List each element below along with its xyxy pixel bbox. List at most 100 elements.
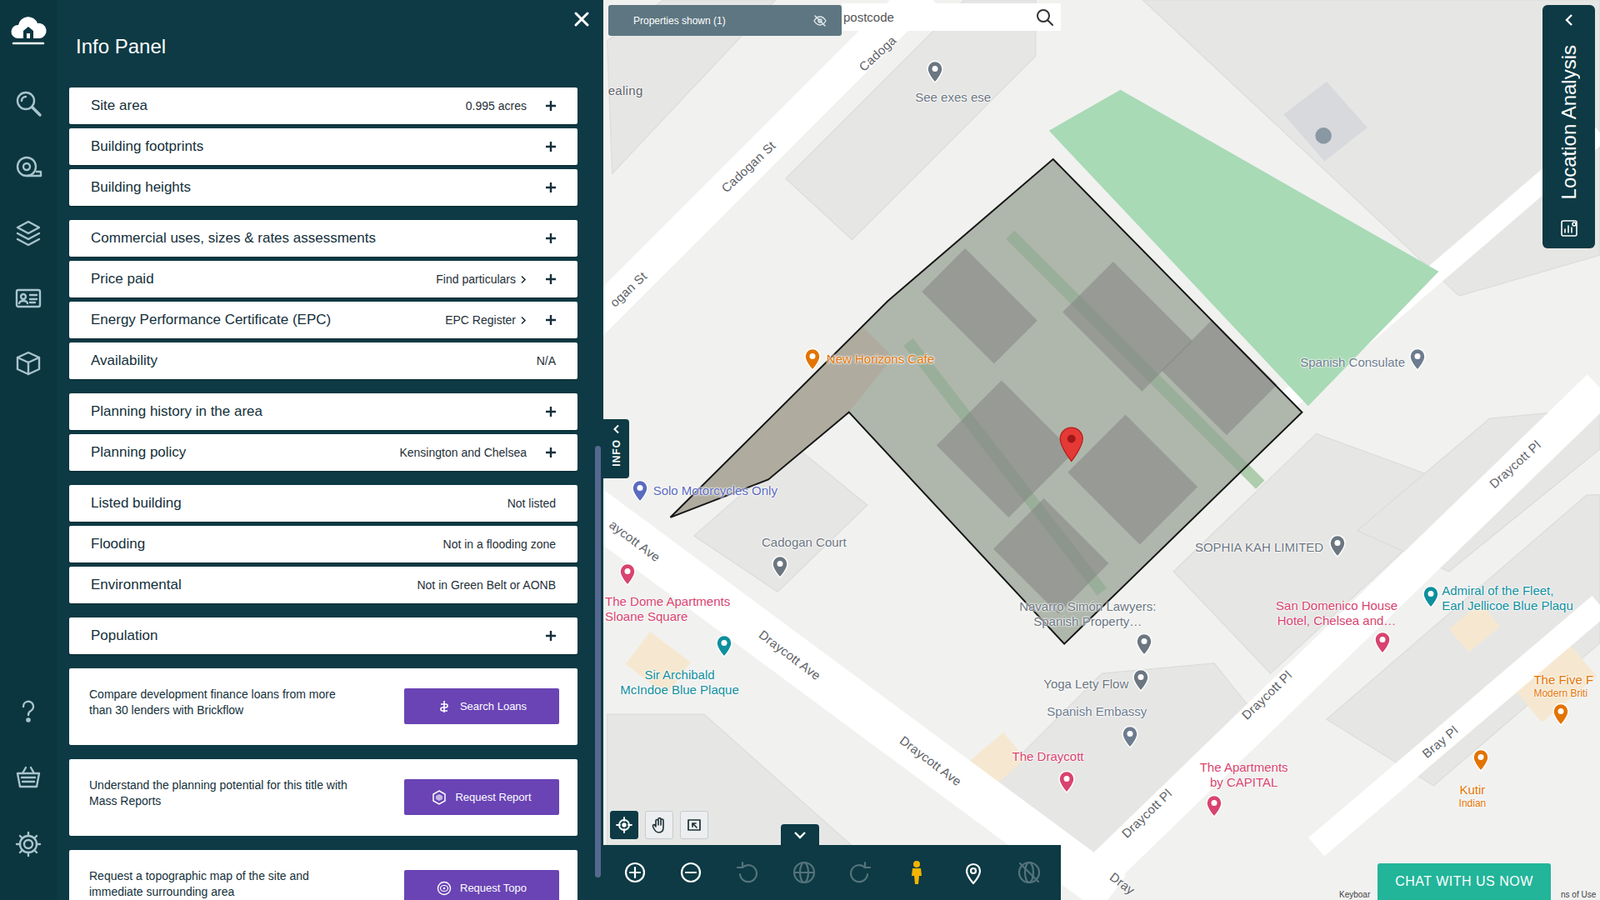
plus-icon[interactable] xyxy=(545,140,557,153)
map-pin-icon[interactable] xyxy=(770,555,790,579)
map-pin-icon[interactable] xyxy=(925,60,945,84)
map-pin-icon[interactable] xyxy=(1471,748,1490,772)
place-label[interactable]: Admiral of the Fleet,Earl Jellicoe Blue … xyxy=(1441,583,1574,614)
info-row[interactable]: Commercial uses, sizes & rates assessmen… xyxy=(69,220,578,257)
map-pin-icon[interactable] xyxy=(1135,632,1154,656)
rail-item[interactable] xyxy=(0,265,57,331)
toolbar-button[interactable] xyxy=(893,851,940,894)
plus-icon[interactable] xyxy=(545,630,557,642)
info-row[interactable]: FloodingNot in a flooding zone xyxy=(69,525,578,563)
map-tool-button[interactable] xyxy=(610,810,639,840)
row-link[interactable]: EPC Register xyxy=(445,313,527,327)
promo-button[interactable]: Search Loans xyxy=(404,688,560,725)
info-row[interactable]: Site area0.995 acres xyxy=(69,87,578,125)
properties-badge[interactable]: Properties shown (1) xyxy=(608,5,842,36)
plus-icon[interactable] xyxy=(545,405,557,418)
close-icon[interactable] xyxy=(572,10,591,29)
toolbar-button[interactable] xyxy=(667,851,715,894)
info-row[interactable]: Energy Performance Certificate (EPC)EPC … xyxy=(69,301,578,339)
search-input[interactable] xyxy=(843,10,1036,25)
toolbar-button[interactable] xyxy=(950,851,997,894)
plus-icon[interactable] xyxy=(545,232,557,245)
magnifier-icon[interactable] xyxy=(1035,8,1055,27)
plus-icon[interactable] xyxy=(545,100,557,112)
eye-slash-icon[interactable] xyxy=(813,15,827,27)
toolbar-button[interactable] xyxy=(611,851,659,894)
logo[interactable] xyxy=(9,10,48,52)
promo-button[interactable]: Request Report xyxy=(404,779,560,815)
map-pin-icon[interactable] xyxy=(630,479,650,503)
map-pin-icon[interactable] xyxy=(1421,585,1440,609)
rail-item[interactable] xyxy=(0,330,57,396)
map-footer-link[interactable]: ns of Use xyxy=(1560,890,1596,900)
map-pin-icon[interactable] xyxy=(715,634,734,658)
map-pin-icon[interactable] xyxy=(1328,534,1347,558)
map-pin-icon[interactable] xyxy=(1057,770,1076,794)
place-label[interactable]: Cadogan Court xyxy=(761,535,847,550)
place-label[interactable]: See exes ese xyxy=(915,90,991,105)
scrollbar-thumb[interactable] xyxy=(595,445,601,878)
place-label[interactable]: Sir ArchibaldMcIndoe Blue Plaque xyxy=(620,667,740,698)
info-row[interactable]: Building heights xyxy=(69,169,578,206)
place-name-line: by CAPITAL xyxy=(1200,775,1289,790)
rail-item[interactable] xyxy=(0,744,57,811)
place-name-line: Earl Jellicoe Blue Plaqu xyxy=(1441,598,1574,614)
info-row[interactable]: AvailabilityN/A xyxy=(69,342,578,380)
info-row[interactable]: Price paidFind particulars xyxy=(69,260,578,298)
chat-button[interactable]: CHAT WITH US NOW xyxy=(1377,863,1551,900)
rail-item[interactable] xyxy=(0,135,57,201)
location-analysis-tab[interactable]: Location Analysis xyxy=(1542,5,1595,249)
plus-icon[interactable] xyxy=(545,273,557,285)
rail-item[interactable] xyxy=(0,810,57,878)
row-label: Population xyxy=(90,627,527,645)
place-label[interactable]: New Horizons Cafe xyxy=(826,351,935,367)
place-label[interactable]: The Five FModern Briti xyxy=(1533,672,1594,700)
rail-item[interactable] xyxy=(0,200,57,266)
info-row[interactable]: Listed buildingNot listed xyxy=(69,485,578,522)
plus-icon[interactable] xyxy=(545,181,557,194)
map-pin-icon[interactable] xyxy=(1551,702,1570,726)
info-row[interactable]: Planning history in the area xyxy=(69,393,578,430)
rail-item[interactable] xyxy=(0,677,57,745)
row-value: Not in Green Belt or AONB xyxy=(416,578,556,592)
place-label[interactable]: Yoga Lety Flow xyxy=(1043,676,1129,692)
map-pin-icon[interactable] xyxy=(618,562,637,586)
map-pin-icon[interactable] xyxy=(1373,630,1392,655)
map-pin-icon[interactable] xyxy=(1205,794,1224,818)
place-label[interactable]: Navarro Simón Lawyers:Spanish Property… xyxy=(1019,599,1156,630)
plus-icon[interactable] xyxy=(545,314,557,326)
place-label[interactable]: The Dome ApartmentsSloane Square xyxy=(605,594,730,625)
place-label[interactable]: SOPHIA KAH LIMITED xyxy=(1195,540,1324,555)
place-label[interactable]: The Apartmentsby CAPITAL xyxy=(1200,760,1289,790)
place-label[interactable]: Solo Motorcycles Only xyxy=(653,483,778,499)
panel-header: Info Panel xyxy=(56,0,604,88)
map-footer-link[interactable]: Keyboar xyxy=(1339,890,1370,900)
rail-item[interactable] xyxy=(0,70,57,136)
place-name-line: Cadogan Court xyxy=(761,535,847,550)
place-label[interactable]: The Draycott xyxy=(1012,749,1085,765)
plus-icon[interactable] xyxy=(545,446,557,459)
collapse-toolbar-tab[interactable] xyxy=(780,824,820,845)
place-label[interactable]: Spanish Consulate xyxy=(1300,355,1405,370)
place-label[interactable]: Spanish Embassy xyxy=(1046,704,1147,720)
map-tool-button[interactable] xyxy=(645,810,674,840)
info-row[interactable]: Population xyxy=(69,617,578,655)
info-tab[interactable]: INFO xyxy=(603,419,630,479)
search-bar[interactable] xyxy=(841,3,1061,31)
map-tool-button[interactable] xyxy=(680,810,709,840)
info-row[interactable]: Planning policyKensington and Chelsea xyxy=(69,434,578,471)
map-pin-icon[interactable] xyxy=(1120,725,1140,749)
promo-button-label: Search Loans xyxy=(460,700,527,713)
analysis-chart-icon xyxy=(1559,218,1580,239)
panel-body: Site area0.995 acresBuilding footprints B… xyxy=(56,87,604,900)
info-row[interactable]: Building footprints xyxy=(69,128,578,165)
place-label[interactable]: KutirIndian xyxy=(1459,782,1487,810)
toolbar-button xyxy=(780,851,828,894)
map-pin-icon[interactable] xyxy=(803,347,822,371)
place-label[interactable]: San Domenico HouseHotel, Chelsea and… xyxy=(1275,598,1398,629)
map-pin-icon[interactable] xyxy=(1408,347,1427,371)
map-pin-icon[interactable] xyxy=(1131,668,1150,692)
row-link[interactable]: Find particulars xyxy=(435,272,527,286)
info-row[interactable]: EnvironmentalNot in Green Belt or AONB xyxy=(69,566,578,604)
promo-button[interactable]: Request Topo xyxy=(404,870,560,900)
